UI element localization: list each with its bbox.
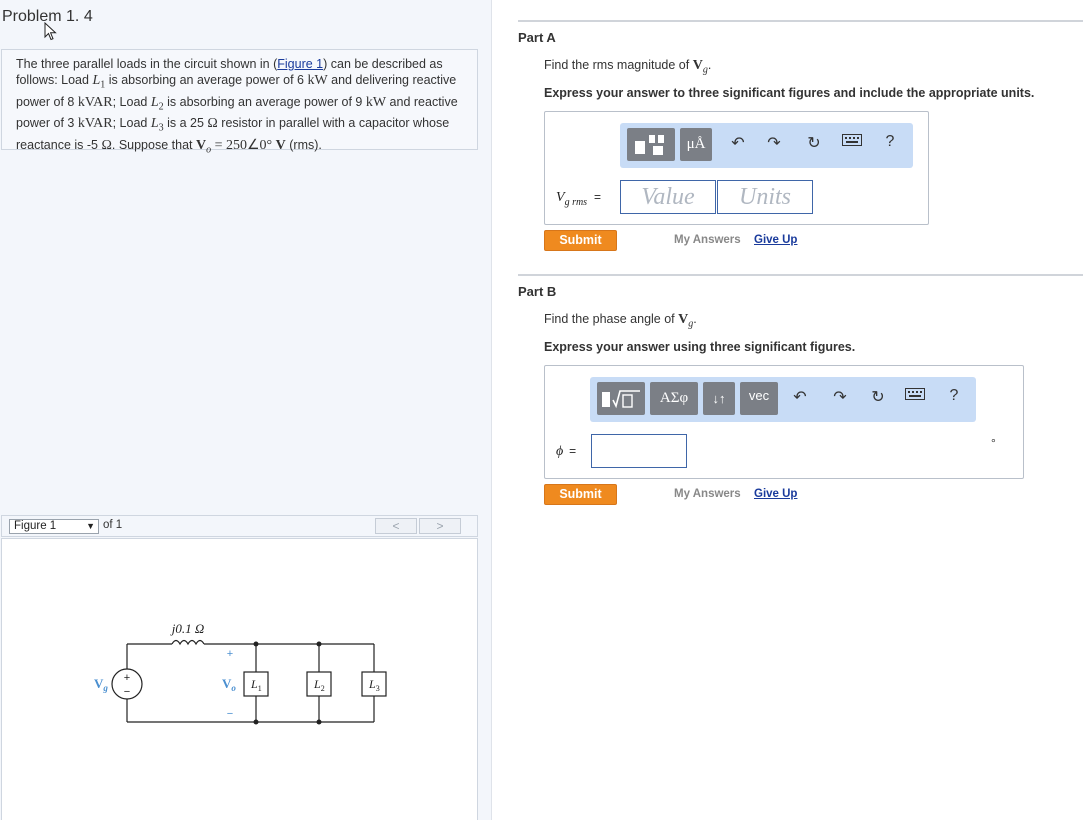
dropdown-arrow-icon: ▼ <box>86 521 95 531</box>
vo-label: Vo <box>222 676 236 693</box>
part-a-divider <box>518 20 1083 22</box>
part-a-toolbar: μÅ ↶ ↷ ↻ ? <box>620 123 913 168</box>
source-minus: − <box>124 686 130 698</box>
reset-icon[interactable]: ↻ <box>866 387 890 407</box>
keyboard-icon[interactable] <box>903 387 927 405</box>
redo-icon[interactable]: ↷ <box>828 387 852 407</box>
part-b-answer-box: ΑΣφ ↓↑ vec ↶ ↷ ↻ ? ϕ = ° <box>544 365 1024 479</box>
part-b-instruction: Express your answer using three signific… <box>544 340 856 354</box>
units-button[interactable]: μÅ <box>680 128 712 161</box>
vector-button[interactable]: vec <box>740 382 778 415</box>
previous-figure-button[interactable]: < <box>375 518 417 534</box>
source-plus: + <box>124 672 130 684</box>
templates-sqrt-button[interactable] <box>597 382 645 415</box>
vo-minus: − <box>227 708 233 720</box>
value-input[interactable]: Value <box>620 180 716 214</box>
redo-icon[interactable]: ↷ <box>762 133 786 153</box>
units-input[interactable]: Units <box>717 180 813 214</box>
sort-button[interactable]: ↓↑ <box>703 382 735 415</box>
next-figure-button[interactable]: > <box>419 518 461 534</box>
vo-plus: + <box>227 648 233 660</box>
undo-icon[interactable]: ↶ <box>726 133 750 153</box>
help-button[interactable]: ? <box>878 133 902 151</box>
part-b-prompt: Find the phase angle of Vg. <box>544 312 697 330</box>
templates-icon <box>635 135 664 155</box>
phase-angle-input[interactable] <box>591 434 687 468</box>
circuit-diagram: j0.1 Ω + − Vg + − Vo L1 L2 L3 <box>94 621 387 725</box>
load-1-label: L1 <box>250 677 262 693</box>
templates-button[interactable] <box>627 128 675 161</box>
undo-icon[interactable]: ↶ <box>788 387 812 407</box>
problem-panel: Problem 1. 4 The three parallel loads in… <box>0 0 492 820</box>
vg-label: Vg <box>94 676 108 693</box>
figure-select[interactable]: Figure 1 ▼ <box>9 519 99 534</box>
part-b-variable-label: ϕ = <box>556 444 577 459</box>
templates-sqrt-icon <box>602 390 640 409</box>
part-a-answer-box: μÅ ↶ ↷ ↻ ? Vg rms = Value Units <box>544 111 929 225</box>
part-b-my-answers[interactable]: My Answers <box>674 488 741 500</box>
load-2-label: L2 <box>313 677 325 693</box>
problem-statement: The three parallel loads in the circuit … <box>1 49 478 155</box>
part-a-prompt: Find the rms magnitude of Vg. <box>544 58 712 76</box>
load-3-label: L3 <box>368 677 380 693</box>
figure-navigation-bar: Figure 1 ▼ of 1 < > <box>1 515 478 537</box>
answer-panel: Part A Find the rms magnitude of Vg. Exp… <box>492 0 1083 820</box>
part-b-give-up-link[interactable]: Give Up <box>754 488 797 500</box>
part-b-title: Part B <box>518 284 557 299</box>
greek-symbols-button[interactable]: ΑΣφ <box>650 382 698 415</box>
part-a-my-answers[interactable]: My Answers <box>674 234 741 246</box>
impedance-label: j0.1 Ω <box>170 621 205 636</box>
part-b-divider <box>518 274 1083 276</box>
part-a-submit-button[interactable]: Submit <box>544 230 617 251</box>
figure-count: of 1 <box>103 519 123 531</box>
degree-unit: ° <box>991 436 996 450</box>
part-b-submit-button[interactable]: Submit <box>544 484 617 505</box>
part-a-give-up-link[interactable]: Give Up <box>754 234 797 246</box>
part-b-toolbar: ΑΣφ ↓↑ vec ↶ ↷ ↻ ? <box>590 377 976 422</box>
figure-canvas: j0.1 Ω + − Vg + − Vo L1 L2 L3 <box>1 538 478 820</box>
figure-link[interactable]: Figure 1 <box>277 57 323 71</box>
part-a-title: Part A <box>518 30 556 45</box>
part-a-instruction: Express your answer to three significant… <box>544 86 1035 100</box>
help-button[interactable]: ? <box>942 387 966 405</box>
keyboard-icon[interactable] <box>840 133 864 151</box>
part-a-variable-label: Vg rms = <box>556 190 601 208</box>
mouse-cursor-icon <box>44 22 57 41</box>
reset-icon[interactable]: ↻ <box>802 133 826 153</box>
